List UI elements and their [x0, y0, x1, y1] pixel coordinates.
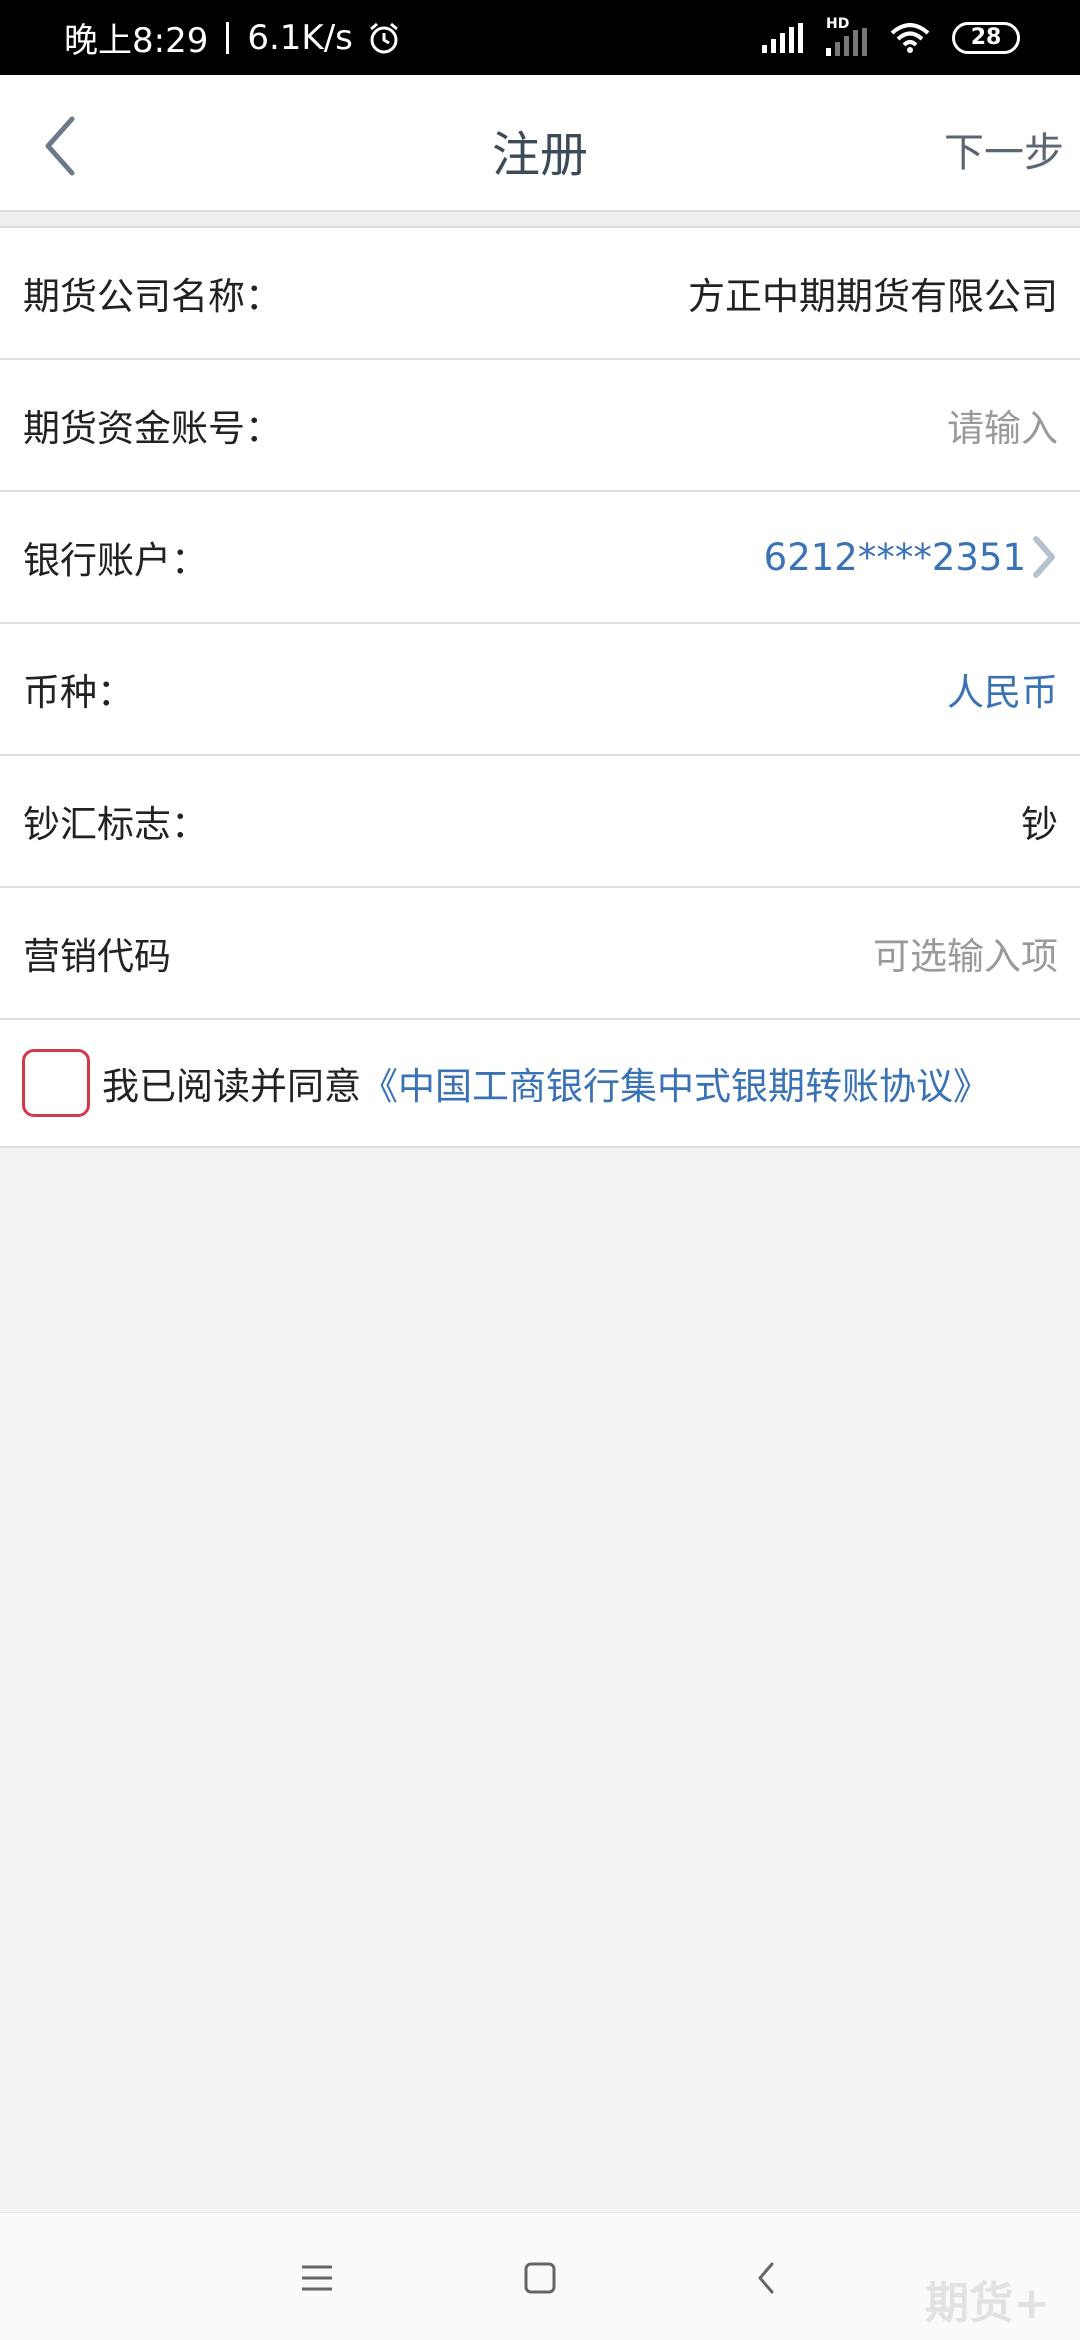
signal-icon	[762, 22, 803, 53]
marketing-code-row[interactable]: 营销代码 可选输入项	[0, 888, 1080, 1020]
watermark: 期货+	[925, 2278, 1050, 2329]
signal-hd-icon	[826, 27, 867, 56]
alarm-icon	[369, 22, 398, 53]
battery-level: 28	[970, 25, 1002, 50]
bank-account-selector[interactable]: 6212****2351	[764, 535, 1058, 579]
status-bar: 晚上8:29 6.1K/s HD 28	[0, 0, 1080, 75]
cash-remit-value: 钞	[1021, 803, 1058, 846]
register-form: 期货公司名称： 方正中期期货有限公司 期货资金账号： 请输入 银行账户： 621…	[0, 228, 1080, 1148]
fund-account-row[interactable]: 期货资金账号： 请输入	[0, 360, 1080, 492]
status-time: 晚上8:29	[64, 21, 209, 61]
section-divider	[0, 212, 1080, 228]
marketing-code-label: 营销代码	[23, 935, 171, 978]
system-back-button[interactable]	[742, 2253, 792, 2303]
menu-button[interactable]	[292, 2253, 342, 2303]
agreement-text: 我已阅读并同意	[102, 1065, 361, 1108]
fund-account-input[interactable]: 请输入	[947, 398, 1058, 452]
page-title: 注册	[491, 127, 588, 183]
cash-remit-label: 钞汇标志：	[23, 803, 208, 846]
next-step-button[interactable]: 下一步	[944, 120, 1064, 178]
home-square-icon	[524, 2262, 556, 2294]
currency-label: 币种：	[23, 671, 134, 714]
battery-indicator: 28	[952, 21, 1020, 54]
hd-signal: HD	[826, 16, 868, 56]
company-name-row: 期货公司名称： 方正中期期货有限公司	[0, 228, 1080, 360]
status-separator	[226, 21, 230, 54]
company-name-value: 方正中期期货有限公司	[688, 275, 1058, 318]
nav-header: 注册 下一步	[0, 75, 1080, 212]
currency-row[interactable]: 币种： 人民币	[0, 624, 1080, 756]
bank-account-label: 银行账户：	[23, 539, 208, 582]
fund-account-label: 期货资金账号：	[23, 407, 282, 450]
chevron-right-icon	[1033, 536, 1055, 578]
company-name-label: 期货公司名称：	[23, 275, 282, 318]
currency-value[interactable]: 人民币	[947, 662, 1058, 716]
bank-account-value: 6212****2351	[763, 535, 1026, 579]
cash-remit-row: 钞汇标志： 钞	[0, 756, 1080, 888]
bank-account-row[interactable]: 银行账户： 6212****2351	[0, 492, 1080, 624]
system-nav-bar: 期货+	[0, 2212, 1080, 2340]
status-left: 晚上8:29 6.1K/s	[64, 13, 401, 62]
marketing-code-input[interactable]: 可选输入项	[873, 926, 1058, 980]
status-right: HD 28	[762, 16, 1020, 56]
menu-icon	[302, 2265, 332, 2291]
home-button[interactable]	[515, 2253, 565, 2303]
wifi-icon	[890, 22, 930, 53]
agreement-link[interactable]: 《中国工商银行集中式银期转账协议》	[361, 1056, 990, 1110]
agreement-row: 我已阅读并同意 《中国工商银行集中式银期转账协议》	[0, 1020, 1080, 1148]
back-triangle-icon	[758, 2262, 774, 2294]
network-speed: 6.1K/s	[247, 17, 353, 58]
agreement-checkbox[interactable]	[22, 1049, 90, 1117]
